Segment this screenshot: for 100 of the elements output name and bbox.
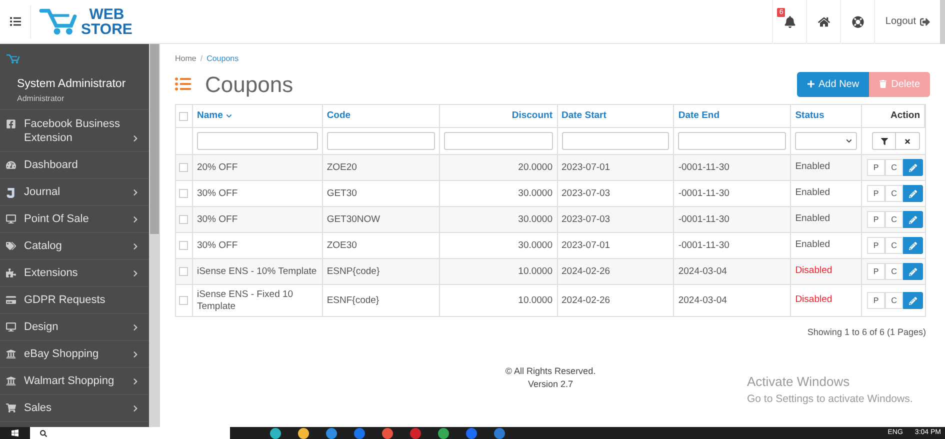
pencil-icon: [909, 216, 917, 224]
search-icon: [40, 430, 47, 436]
row-checkbox[interactable]: [179, 163, 188, 172]
table-cell: ESNP{code}: [326, 266, 380, 278]
scrollbar-thumb[interactable]: [150, 44, 159, 234]
clear-filter-button[interactable]: [896, 132, 920, 150]
table-cell: GET30NOW: [326, 214, 380, 226]
row-action-button[interactable]: C: [885, 292, 903, 309]
filter-field[interactable]: [444, 132, 552, 150]
taskbar-app-icon[interactable]: [298, 428, 309, 438]
logo-text: WEB: [89, 6, 124, 22]
row-action-button[interactable]: P: [867, 159, 885, 176]
filter-field[interactable]: [562, 132, 670, 150]
bell-icon: [784, 16, 796, 28]
edit-button[interactable]: [903, 237, 923, 254]
table-cell: 2023-07-01: [562, 240, 610, 252]
add-new-button[interactable]: Add New: [796, 72, 870, 96]
table-cell: 30.0000: [518, 188, 552, 200]
user-role: Administrator: [16, 93, 66, 106]
table-cell: -0001-11-30: [678, 162, 730, 174]
taskbar-app-icon[interactable]: [494, 428, 505, 438]
breadcrumb-link[interactable]: Home: [175, 53, 196, 65]
filter-field[interactable]: [678, 132, 786, 150]
row-action-button[interactable]: P: [867, 292, 885, 309]
status-text: Disabled: [795, 293, 832, 308]
taskbar-app-icon[interactable]: [326, 428, 337, 438]
puzzle-icon: [6, 268, 16, 278]
sidebar-item-label: Walmart Shopping: [24, 374, 114, 388]
status-text: Enabled: [795, 160, 830, 174]
column-header[interactable]: Name: [196, 108, 232, 124]
page-title: Coupons: [205, 70, 294, 99]
cart-icon: [6, 403, 16, 413]
table-cell: -0001-11-30: [678, 188, 730, 200]
column-header[interactable]: Discount: [512, 108, 552, 124]
row-checkbox[interactable]: [179, 241, 188, 250]
facebook-icon: [6, 118, 16, 128]
menu-icon: [10, 16, 20, 27]
activation-title: Activate Windows: [747, 373, 851, 391]
table-cell: 10.0000: [518, 266, 552, 278]
edit-button[interactable]: [903, 211, 923, 228]
trash-icon: [879, 80, 888, 88]
cart-logo-icon: [6, 54, 20, 64]
column-header[interactable]: Date End: [678, 108, 720, 124]
table-cell: -0001-11-30: [678, 214, 730, 226]
monitor-icon: [6, 214, 16, 224]
row-action-button[interactable]: P: [867, 211, 885, 228]
row-action-button[interactable]: P: [867, 263, 885, 280]
status-text: Disabled: [795, 264, 832, 278]
sidebar-item-label: Extensions: [24, 266, 78, 280]
monitor-icon: [6, 322, 16, 332]
sidebar-item-label: Point Of Sale: [24, 212, 89, 226]
row-action-button[interactable]: C: [885, 237, 903, 254]
sidebar-item-label: Catalog: [24, 239, 62, 253]
table-cell: GET30: [326, 188, 357, 200]
column-header[interactable]: Code: [326, 108, 351, 124]
row-action-button[interactable]: P: [867, 237, 885, 254]
edit-button[interactable]: [903, 263, 923, 280]
column-header[interactable]: Status: [795, 108, 824, 124]
edit-button[interactable]: [903, 185, 923, 202]
table-cell: 2024-03-04: [678, 294, 727, 306]
column-header[interactable]: Date Start: [562, 108, 606, 124]
pagination-text: Showing 1 to 6 of 6 (1 Pages): [807, 326, 926, 339]
row-checkbox[interactable]: [179, 189, 188, 198]
taskbar-app-icon[interactable]: [438, 428, 449, 438]
copyright-text: © All Rights Reserved.: [505, 364, 596, 378]
taskbar-app-icon[interactable]: [354, 428, 365, 438]
pencil-icon: [909, 268, 917, 276]
table-cell: 20.0000: [518, 162, 552, 174]
list-icon: [175, 76, 191, 92]
taskbar-app-icon[interactable]: [270, 428, 281, 438]
row-action-button[interactable]: C: [885, 185, 903, 202]
table-cell: 10.0000: [518, 294, 552, 306]
row-checkbox[interactable]: [179, 267, 188, 276]
pencil-icon: [909, 190, 917, 198]
edit-button[interactable]: [903, 292, 923, 309]
search-field[interactable]: [30, 427, 230, 439]
bank-icon: [6, 376, 16, 386]
table-cell: 2023-07-03: [562, 214, 610, 226]
filter-button[interactable]: [872, 132, 896, 150]
row-action-button[interactable]: C: [885, 263, 903, 280]
filter-field[interactable]: [196, 132, 318, 150]
filter-field[interactable]: [326, 132, 435, 150]
row-checkbox[interactable]: [179, 296, 188, 305]
pencil-icon: [909, 296, 917, 304]
breadcrumb-link[interactable]: Coupons: [206, 53, 239, 65]
breadcrumb-separator: /: [200, 53, 203, 65]
status-text: Enabled: [795, 186, 830, 200]
row-checkbox[interactable]: [179, 215, 188, 224]
plus-icon: [806, 80, 815, 88]
row-action-button[interactable]: C: [885, 211, 903, 228]
row-action-button[interactable]: P: [867, 185, 885, 202]
edit-button[interactable]: [903, 159, 923, 176]
select-all-checkbox[interactable]: [179, 112, 188, 120]
taskbar-app-icon[interactable]: [382, 428, 393, 438]
table-cell: 2024-02-26: [562, 266, 610, 278]
table-cell: 30.0000: [518, 214, 552, 226]
pencil-icon: [909, 242, 917, 250]
column-header: Action: [890, 108, 920, 123]
table-cell-text: iSense ENS - Fixed 10 Template: [196, 288, 294, 312]
row-action-button[interactable]: C: [885, 159, 903, 176]
